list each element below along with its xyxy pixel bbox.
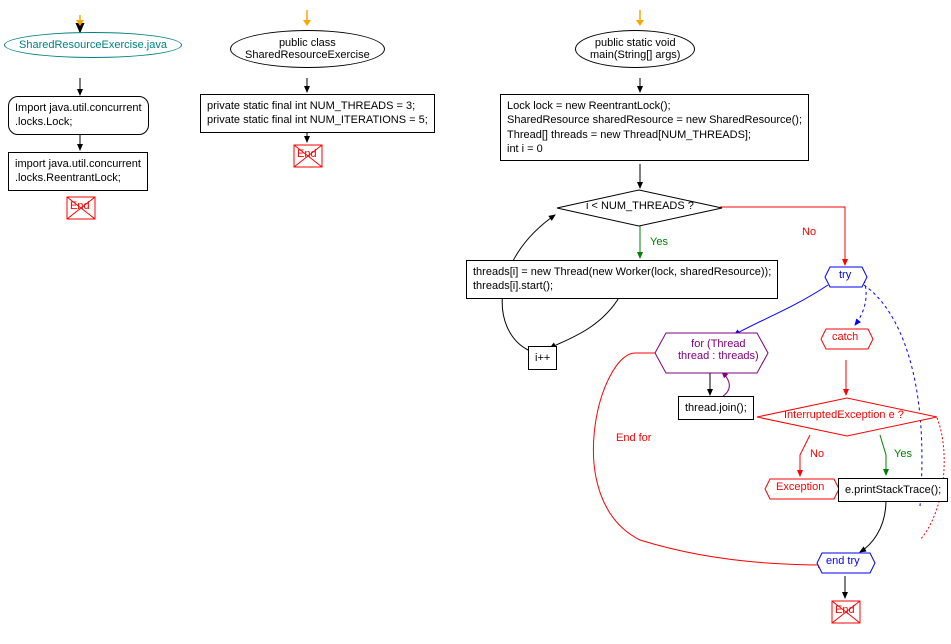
- no-label-2: No: [808, 448, 826, 460]
- join-text: thread.join();: [685, 402, 747, 414]
- try-text: try: [839, 269, 851, 281]
- class-fields-node: private static final int NUM_THREADS = 3…: [200, 94, 435, 133]
- inc-text: i++: [535, 352, 550, 364]
- printstack-text: e.printStackTrace();: [845, 484, 941, 496]
- import-reentrant-text: import java.util.concurrent .locks.Reent…: [15, 158, 141, 184]
- catch-text: catch: [832, 331, 858, 343]
- import-reentrant-node: import java.util.concurrent .locks.Reent…: [8, 152, 148, 191]
- end-label-1: End: [70, 200, 90, 212]
- main-title: public static void main(String[] args): [590, 37, 680, 61]
- init-node: Lock lock = new ReentrantLock(); SharedR…: [500, 94, 809, 161]
- exception-text: Exception: [776, 481, 824, 493]
- yes-label-2: Yes: [892, 448, 914, 460]
- thread-body-node: threads[i] = new Thread(new Worker(lock,…: [466, 260, 778, 299]
- end-label-2: End: [297, 148, 317, 160]
- end-label-3: End: [835, 604, 855, 616]
- cond-text: i < NUM_THREADS ?: [586, 200, 694, 212]
- import-lock-node: Import java.util.concurrent .locks.Lock;: [8, 96, 149, 135]
- printstack-node: e.printStackTrace();: [838, 478, 948, 502]
- class-title-ellipse: public class SharedResourceExercise: [230, 30, 385, 68]
- yes-label-1: Yes: [648, 236, 670, 248]
- file-title-ellipse: SharedResourceExercise.java: [4, 32, 182, 58]
- end-for-label: End for: [614, 432, 653, 444]
- thread-body-text: threads[i] = new Thread(new Worker(lock,…: [473, 266, 771, 292]
- for-text: for (Thread thread : threads): [678, 338, 759, 362]
- no-label-1: No: [800, 226, 818, 238]
- inc-node: i++: [528, 346, 557, 370]
- intr-text: InterruptedException e ?: [784, 409, 904, 421]
- file-title: SharedResourceExercise.java: [19, 39, 167, 51]
- endtry-text: end try: [826, 555, 860, 567]
- main-title-ellipse: public static void main(String[] args): [575, 30, 695, 68]
- import-lock-text: Import java.util.concurrent .locks.Lock;: [15, 102, 142, 128]
- class-fields-text: private static final int NUM_THREADS = 3…: [207, 100, 428, 126]
- class-title: public class SharedResourceExercise: [245, 37, 370, 61]
- join-node: thread.join();: [678, 396, 754, 420]
- init-text: Lock lock = new ReentrantLock(); SharedR…: [507, 100, 802, 155]
